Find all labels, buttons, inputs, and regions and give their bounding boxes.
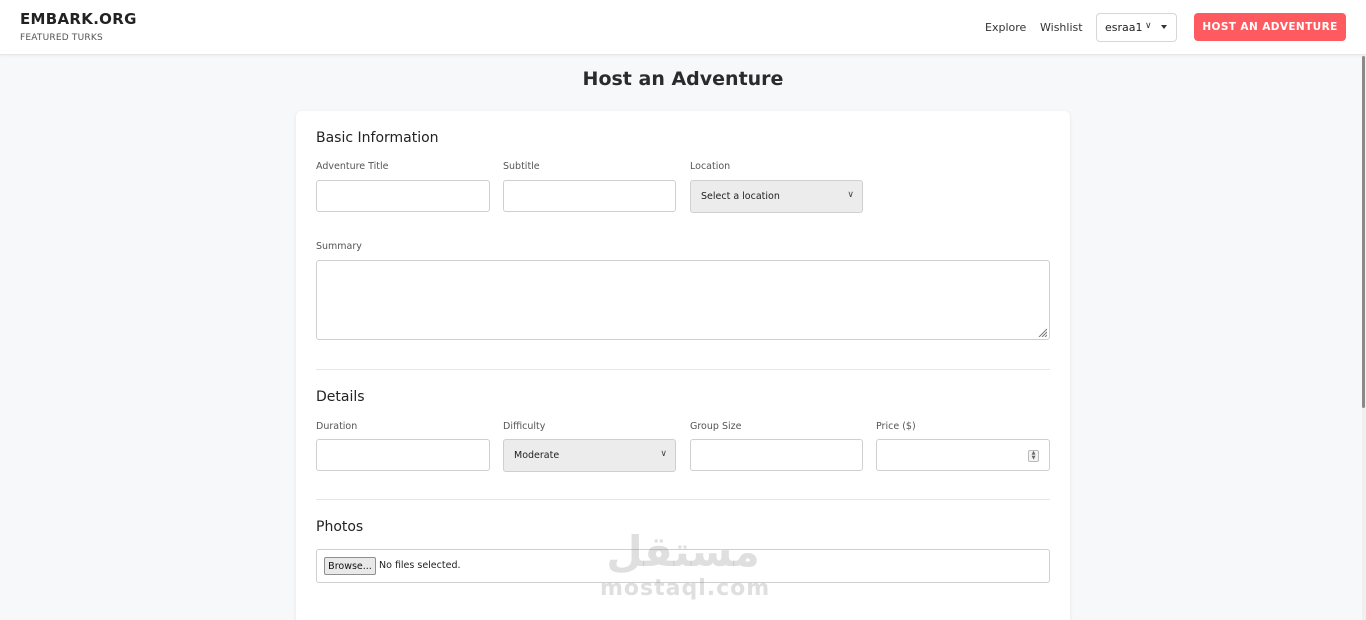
duration-label: Duration (316, 421, 358, 432)
nav-explore-link[interactable]: Explore (985, 21, 1026, 34)
summary-textarea[interactable] (316, 260, 1050, 340)
resize-grip-icon[interactable] (1038, 328, 1047, 337)
duration-input[interactable] (316, 439, 490, 471)
watermark-arabic: مستقل (606, 527, 760, 576)
brand-name[interactable]: EMBARK.ORG (20, 10, 137, 28)
nav-wishlist-link[interactable]: Wishlist (1040, 21, 1083, 34)
top-navbar: EMBARK.ORG FEATURED TURKS Explore Wishli… (0, 0, 1366, 55)
chevron-down-icon: ∨ (847, 190, 854, 200)
brand[interactable]: EMBARK.ORG FEATURED TURKS (20, 10, 137, 43)
chevron-down-icon: ∨ (660, 449, 667, 459)
file-status-text: No files selected. (379, 560, 461, 571)
section-title-basic: Basic Information (316, 130, 439, 146)
location-label: Location (690, 161, 731, 172)
user-menu-dropdown[interactable]: esraa1 ∨ (1096, 13, 1177, 42)
group-size-input[interactable] (690, 439, 863, 471)
price-label: Price ($) (876, 421, 916, 432)
group-size-label: Group Size (690, 421, 742, 432)
username: esraa1 (1105, 21, 1143, 34)
section-divider (316, 499, 1050, 500)
difficulty-select-value: Moderate (514, 450, 560, 461)
watermark-latin: mostaql.com (600, 576, 771, 601)
location-select[interactable]: Select a location ∨ (690, 180, 863, 213)
browse-button[interactable]: Browse... (324, 557, 376, 575)
location-select-value: Select a location (701, 191, 780, 202)
adventure-title-label: Adventure Title (316, 161, 389, 172)
number-spinner-icon[interactable]: ▲ ▼ (1028, 450, 1039, 462)
subtitle-label: Subtitle (503, 161, 540, 172)
caret-down-icon (1161, 25, 1167, 29)
page-title: Host an Adventure (582, 68, 784, 90)
subtitle-input[interactable] (503, 180, 676, 212)
host-adventure-button[interactable]: HOST AN ADVENTURE (1194, 13, 1346, 41)
chevron-down-icon: ∨ (1145, 21, 1152, 31)
brand-tagline: FEATURED TURKS (20, 33, 103, 43)
scrollbar-thumb[interactable] (1362, 56, 1365, 408)
adventure-title-input[interactable] (316, 180, 490, 212)
section-title-photos: Photos (316, 519, 364, 535)
difficulty-label: Difficulty (503, 421, 546, 432)
summary-label: Summary (316, 241, 362, 252)
price-input[interactable]: ▲ ▼ (876, 439, 1050, 471)
watermark: مستقل mostaql.com (600, 527, 771, 602)
section-title-details: Details (316, 389, 365, 405)
section-divider (316, 369, 1050, 370)
difficulty-select[interactable]: Moderate ∨ (503, 439, 676, 472)
